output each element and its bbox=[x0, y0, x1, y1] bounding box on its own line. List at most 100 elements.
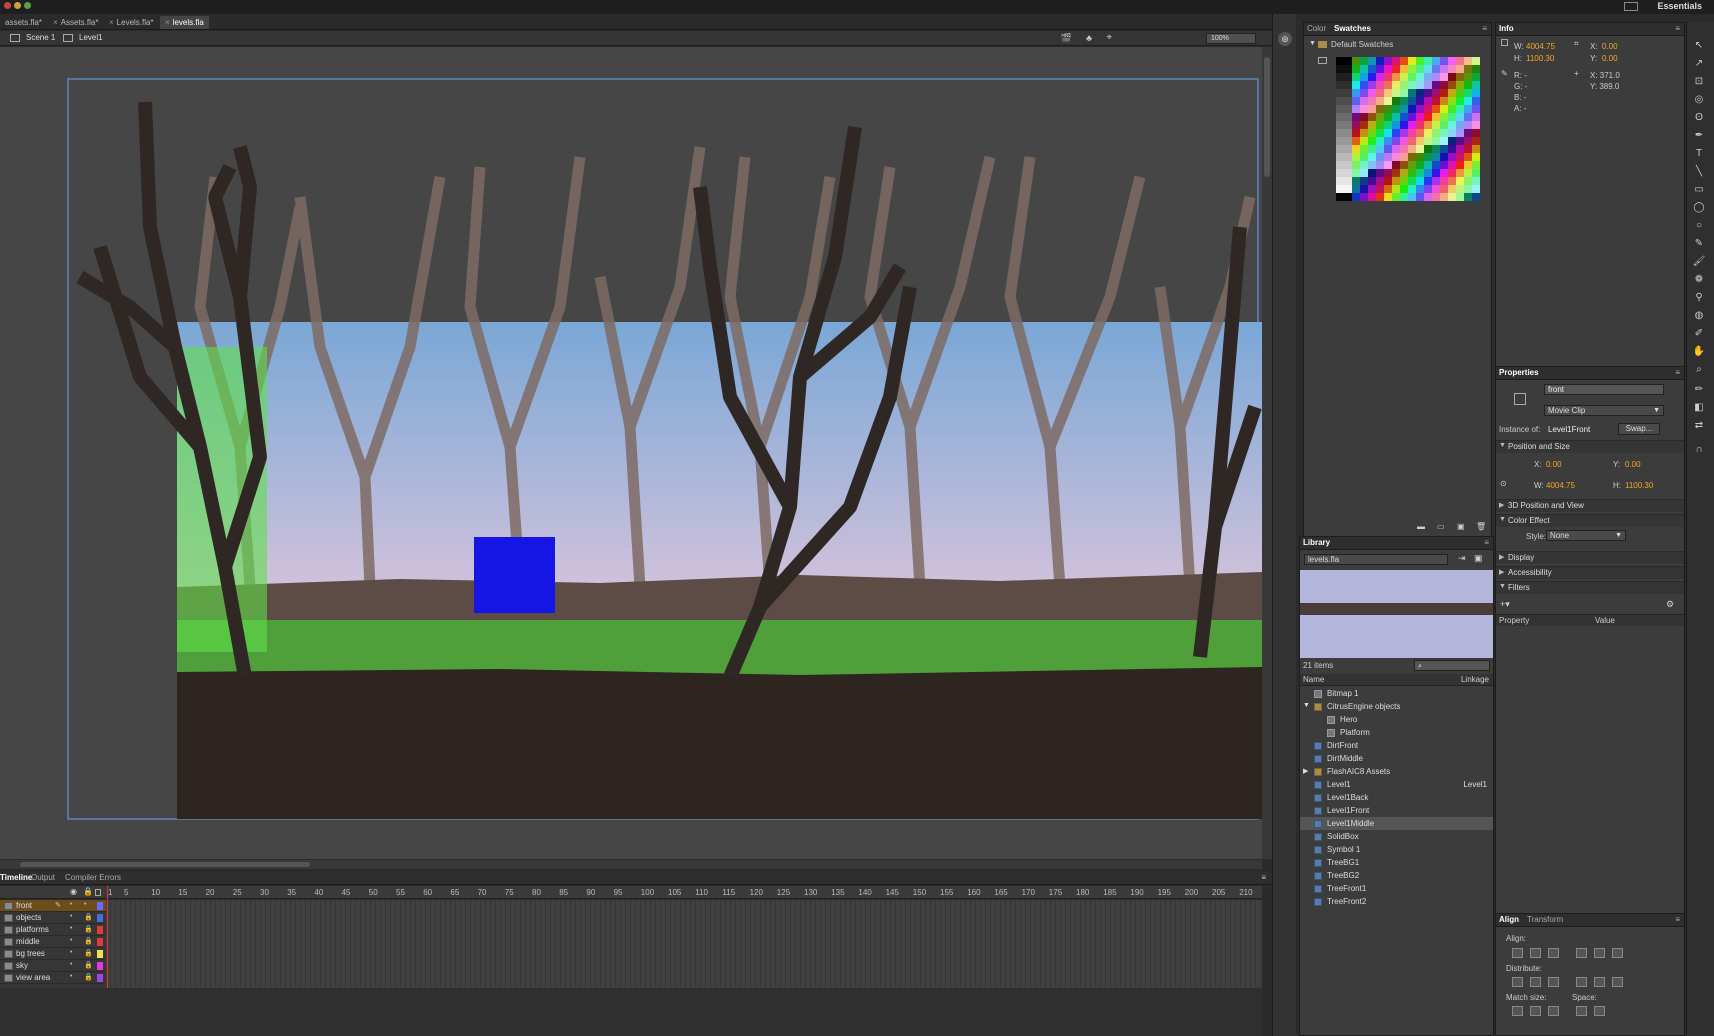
edit-scene-icon[interactable]: 🎬 bbox=[1061, 33, 1072, 44]
prop-height[interactable]: 1100.30 bbox=[1625, 481, 1653, 490]
swatch[interactable] bbox=[1400, 89, 1408, 97]
swatch[interactable] bbox=[1424, 161, 1432, 169]
swatch[interactable] bbox=[1336, 177, 1344, 185]
swatch[interactable] bbox=[1456, 137, 1464, 145]
swatch[interactable] bbox=[1440, 169, 1448, 177]
swatch[interactable] bbox=[1352, 57, 1360, 65]
space-vertical-button[interactable] bbox=[1576, 1006, 1587, 1016]
swatch[interactable] bbox=[1376, 81, 1384, 89]
swatch[interactable] bbox=[1448, 153, 1456, 161]
swatch[interactable] bbox=[1432, 185, 1440, 193]
swatch[interactable] bbox=[1440, 153, 1448, 161]
swatch[interactable] bbox=[1376, 145, 1384, 153]
lock-icon[interactable]: 🔒 bbox=[84, 973, 93, 981]
swatch[interactable] bbox=[1376, 97, 1384, 105]
swatch[interactable] bbox=[1336, 81, 1344, 89]
swatch[interactable] bbox=[1376, 73, 1384, 81]
swatch[interactable] bbox=[1432, 81, 1440, 89]
registration-icon[interactable]: ⌗ bbox=[1574, 39, 1579, 49]
visibility-dot[interactable]: • bbox=[70, 901, 72, 908]
swatch[interactable] bbox=[1368, 177, 1376, 185]
lasso-tool-icon[interactable]: ʘ bbox=[1691, 110, 1707, 126]
swatch[interactable] bbox=[1424, 89, 1432, 97]
swatch[interactable] bbox=[1424, 153, 1432, 161]
swatch[interactable] bbox=[1432, 153, 1440, 161]
library-item-selected[interactable]: Level1Middle bbox=[1300, 817, 1493, 830]
doc-tab[interactable]: × Assets.fla* bbox=[48, 16, 103, 29]
swatch[interactable] bbox=[1392, 153, 1400, 161]
swatch[interactable] bbox=[1376, 193, 1384, 201]
layer-color[interactable] bbox=[97, 950, 103, 958]
swatch[interactable] bbox=[1392, 89, 1400, 97]
swatch[interactable] bbox=[1360, 185, 1368, 193]
swatch[interactable] bbox=[1440, 89, 1448, 97]
lock-dot[interactable]: • bbox=[84, 901, 86, 908]
swatch[interactable] bbox=[1368, 57, 1376, 65]
swatch[interactable] bbox=[1448, 169, 1456, 177]
center-stage-icon[interactable]: ⌖ bbox=[1106, 32, 1112, 43]
library-item[interactable]: TreeBG1 bbox=[1300, 856, 1493, 869]
swatch[interactable] bbox=[1336, 105, 1344, 113]
swatch[interactable] bbox=[1400, 161, 1408, 169]
swatch[interactable] bbox=[1384, 193, 1392, 201]
swatch[interactable] bbox=[1408, 185, 1416, 193]
swatch[interactable] bbox=[1464, 65, 1472, 73]
swatch[interactable] bbox=[1400, 129, 1408, 137]
zoom-tool-icon[interactable]: ⌕ bbox=[1691, 362, 1707, 378]
swatch[interactable] bbox=[1456, 121, 1464, 129]
eye-icon[interactable]: ◉ bbox=[70, 887, 77, 896]
swatch[interactable] bbox=[1400, 177, 1408, 185]
new-library-icon[interactable]: ▣ bbox=[1474, 553, 1483, 564]
swatch[interactable] bbox=[1344, 105, 1352, 113]
swatch[interactable] bbox=[1352, 105, 1360, 113]
swatch[interactable] bbox=[1464, 121, 1472, 129]
swatch[interactable] bbox=[1368, 169, 1376, 177]
swatch[interactable] bbox=[1464, 97, 1472, 105]
match-height-button[interactable] bbox=[1530, 1006, 1541, 1016]
swatch[interactable] bbox=[1360, 97, 1368, 105]
swatch[interactable] bbox=[1360, 65, 1368, 73]
swatch[interactable] bbox=[1448, 185, 1456, 193]
symbol-type-select[interactable]: Movie Clip ▼ bbox=[1544, 405, 1664, 416]
swatch[interactable] bbox=[1344, 161, 1352, 169]
swatch[interactable] bbox=[1352, 65, 1360, 73]
library-item[interactable]: SolidBox bbox=[1300, 830, 1493, 843]
swatch[interactable] bbox=[1408, 153, 1416, 161]
folder-expand-icon[interactable]: ▼ bbox=[1309, 40, 1316, 47]
swatch[interactable] bbox=[1352, 97, 1360, 105]
swatch[interactable] bbox=[1416, 137, 1424, 145]
swatch[interactable] bbox=[1376, 57, 1384, 65]
swatch[interactable] bbox=[1416, 65, 1424, 73]
swatch[interactable] bbox=[1336, 113, 1344, 121]
brush-tool-icon[interactable]: 🖌 bbox=[1691, 254, 1707, 270]
section-accessibility[interactable]: ▶ Accessibility bbox=[1496, 566, 1684, 579]
distribute-top-button[interactable] bbox=[1512, 977, 1523, 987]
swatch[interactable] bbox=[1336, 145, 1344, 153]
swatch[interactable] bbox=[1472, 89, 1480, 97]
tab-info[interactable]: Info bbox=[1499, 24, 1514, 33]
swatch[interactable] bbox=[1408, 137, 1416, 145]
swatch[interactable] bbox=[1344, 185, 1352, 193]
swatch[interactable] bbox=[1424, 57, 1432, 65]
swatch[interactable] bbox=[1456, 169, 1464, 177]
solid-box-object[interactable] bbox=[474, 537, 555, 613]
section-position-size[interactable]: ▼ Position and Size bbox=[1496, 440, 1684, 453]
layer-row[interactable]: bg trees • 🔒 bbox=[0, 948, 106, 960]
close-tab-icon[interactable]: × bbox=[53, 18, 58, 27]
swatch[interactable] bbox=[1424, 65, 1432, 73]
swatch[interactable] bbox=[1336, 89, 1344, 97]
swatch[interactable] bbox=[1368, 105, 1376, 113]
swatch[interactable] bbox=[1440, 177, 1448, 185]
layer-row[interactable]: sky • 🔒 bbox=[0, 960, 106, 972]
layer-color[interactable] bbox=[97, 962, 103, 970]
swatch[interactable] bbox=[1472, 57, 1480, 65]
swatch[interactable] bbox=[1472, 73, 1480, 81]
library-item[interactable]: Level1Back bbox=[1300, 791, 1493, 804]
panel-menu-icon[interactable]: ≡ bbox=[1261, 873, 1266, 882]
swatch[interactable] bbox=[1376, 185, 1384, 193]
tab-compiler-errors[interactable]: Compiler Errors bbox=[65, 873, 121, 882]
swatch[interactable] bbox=[1416, 57, 1424, 65]
swatch[interactable] bbox=[1416, 145, 1424, 153]
doc-tab-active[interactable]: × levels.fla bbox=[160, 16, 209, 29]
swatch[interactable] bbox=[1416, 73, 1424, 81]
